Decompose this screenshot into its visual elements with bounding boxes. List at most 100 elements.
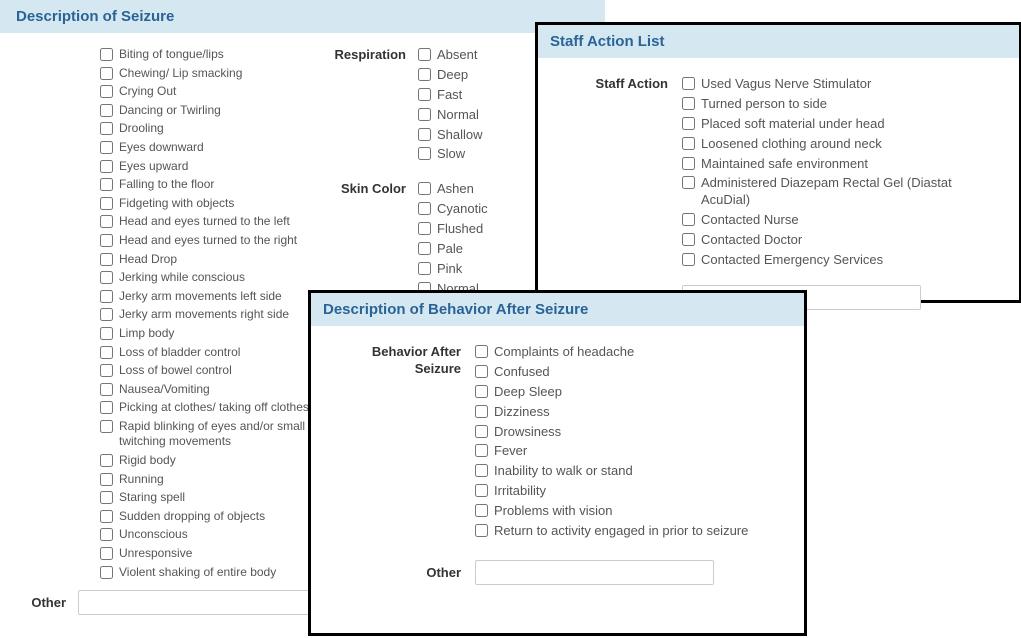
seizure-checkbox[interactable]: [100, 566, 113, 579]
behavior-checkbox[interactable]: [475, 405, 488, 418]
seizure-item[interactable]: Rapid blinking of eyes and/or small twit…: [100, 419, 326, 450]
staff-checkbox[interactable]: [682, 233, 695, 246]
seizure-item[interactable]: Head and eyes turned to the left: [100, 214, 326, 230]
respiration-checkbox[interactable]: [418, 88, 431, 101]
behavior-item[interactable]: Dizziness: [475, 404, 748, 421]
skin-item[interactable]: Flushed: [418, 221, 488, 238]
behavior-item[interactable]: Complaints of headache: [475, 344, 748, 361]
respiration-checkbox[interactable]: [418, 68, 431, 81]
behavior-other-input[interactable]: [475, 560, 714, 585]
respiration-item[interactable]: Slow: [418, 146, 483, 163]
seizure-checkbox[interactable]: [100, 122, 113, 135]
staff-item[interactable]: Contacted Emergency Services: [682, 252, 999, 269]
seizure-checkbox[interactable]: [100, 383, 113, 396]
respiration-checkbox[interactable]: [418, 48, 431, 61]
seizure-item[interactable]: Eyes upward: [100, 159, 326, 175]
behavior-item[interactable]: Inability to walk or stand: [475, 463, 748, 480]
seizure-checkbox[interactable]: [100, 308, 113, 321]
staff-checkbox[interactable]: [682, 137, 695, 150]
staff-item[interactable]: Administered Diazepam Rectal Gel (Diasta…: [682, 175, 999, 209]
staff-item[interactable]: Turned person to side: [682, 96, 999, 113]
staff-item[interactable]: Maintained safe environment: [682, 156, 999, 173]
seizure-item[interactable]: Biting of tongue/lips: [100, 47, 326, 63]
seizure-checkbox[interactable]: [100, 197, 113, 210]
seizure-checkbox[interactable]: [100, 253, 113, 266]
respiration-item[interactable]: Normal: [418, 107, 483, 124]
seizure-checkbox[interactable]: [100, 104, 113, 117]
skin-item[interactable]: Ashen: [418, 181, 488, 198]
behavior-item[interactable]: Problems with vision: [475, 503, 748, 520]
seizure-checkbox[interactable]: [100, 491, 113, 504]
seizure-checkbox[interactable]: [100, 234, 113, 247]
behavior-checkbox[interactable]: [475, 464, 488, 477]
seizure-checkbox[interactable]: [100, 420, 113, 433]
seizure-item[interactable]: Loss of bladder control: [100, 345, 326, 361]
seizure-checkbox[interactable]: [100, 454, 113, 467]
skin-item[interactable]: Cyanotic: [418, 201, 488, 218]
behavior-checkbox[interactable]: [475, 504, 488, 517]
seizure-checkbox[interactable]: [100, 327, 113, 340]
seizure-item[interactable]: Jerky arm movements left side: [100, 289, 326, 305]
behavior-item[interactable]: Return to activity engaged in prior to s…: [475, 523, 748, 540]
seizure-item[interactable]: Unconscious: [100, 527, 326, 543]
seizure-checkbox[interactable]: [100, 510, 113, 523]
respiration-checkbox[interactable]: [418, 147, 431, 160]
seizure-checkbox[interactable]: [100, 290, 113, 303]
skin-item[interactable]: Pale: [418, 241, 488, 258]
skin-item[interactable]: Pink: [418, 261, 488, 278]
seizure-checkbox[interactable]: [100, 547, 113, 560]
skin-checkbox[interactable]: [418, 222, 431, 235]
behavior-checkbox[interactable]: [475, 524, 488, 537]
staff-item[interactable]: Contacted Doctor: [682, 232, 999, 249]
seizure-item[interactable]: Drooling: [100, 121, 326, 137]
seizure-checkbox[interactable]: [100, 215, 113, 228]
seizure-item[interactable]: Falling to the floor: [100, 177, 326, 193]
behavior-item[interactable]: Fever: [475, 443, 748, 460]
respiration-checkbox[interactable]: [418, 108, 431, 121]
behavior-checkbox[interactable]: [475, 345, 488, 358]
staff-checkbox[interactable]: [682, 77, 695, 90]
seizure-checkbox[interactable]: [100, 473, 113, 486]
respiration-item[interactable]: Shallow: [418, 127, 483, 144]
seizure-item[interactable]: Running: [100, 472, 326, 488]
behavior-checkbox[interactable]: [475, 385, 488, 398]
staff-item[interactable]: Used Vagus Nerve Stimulator: [682, 76, 999, 93]
respiration-item[interactable]: Absent: [418, 47, 483, 64]
behavior-item[interactable]: Confused: [475, 364, 748, 381]
seizure-checkbox[interactable]: [100, 67, 113, 80]
staff-item[interactable]: Contacted Nurse: [682, 212, 999, 229]
seizure-other-input[interactable]: [78, 590, 332, 615]
seizure-item[interactable]: Jerking while conscious: [100, 270, 326, 286]
staff-item[interactable]: Loosened clothing around neck: [682, 136, 999, 153]
seizure-checkbox[interactable]: [100, 85, 113, 98]
behavior-item[interactable]: Deep Sleep: [475, 384, 748, 401]
staff-checkbox[interactable]: [682, 117, 695, 130]
skin-checkbox[interactable]: [418, 262, 431, 275]
seizure-checkbox[interactable]: [100, 160, 113, 173]
behavior-checkbox[interactable]: [475, 365, 488, 378]
seizure-checkbox[interactable]: [100, 346, 113, 359]
skin-checkbox[interactable]: [418, 202, 431, 215]
seizure-item[interactable]: Eyes downward: [100, 140, 326, 156]
behavior-checkbox[interactable]: [475, 444, 488, 457]
seizure-item[interactable]: Crying Out: [100, 84, 326, 100]
skin-checkbox[interactable]: [418, 182, 431, 195]
seizure-checkbox[interactable]: [100, 401, 113, 414]
respiration-checkbox[interactable]: [418, 128, 431, 141]
staff-checkbox[interactable]: [682, 253, 695, 266]
seizure-item[interactable]: Picking at clothes/ taking off clothes: [100, 400, 326, 416]
seizure-item[interactable]: Loss of bowel control: [100, 363, 326, 379]
respiration-item[interactable]: Deep: [418, 67, 483, 84]
behavior-checkbox[interactable]: [475, 425, 488, 438]
seizure-item[interactable]: Head Drop: [100, 252, 326, 268]
seizure-checkbox[interactable]: [100, 178, 113, 191]
seizure-item[interactable]: Violent shaking of entire body: [100, 565, 326, 581]
staff-checkbox[interactable]: [682, 157, 695, 170]
seizure-item[interactable]: Fidgeting with objects: [100, 196, 326, 212]
seizure-item[interactable]: Chewing/ Lip smacking: [100, 66, 326, 82]
seizure-item[interactable]: Unresponsive: [100, 546, 326, 562]
respiration-item[interactable]: Fast: [418, 87, 483, 104]
staff-checkbox[interactable]: [682, 213, 695, 226]
seizure-checkbox[interactable]: [100, 271, 113, 284]
staff-checkbox[interactable]: [682, 97, 695, 110]
